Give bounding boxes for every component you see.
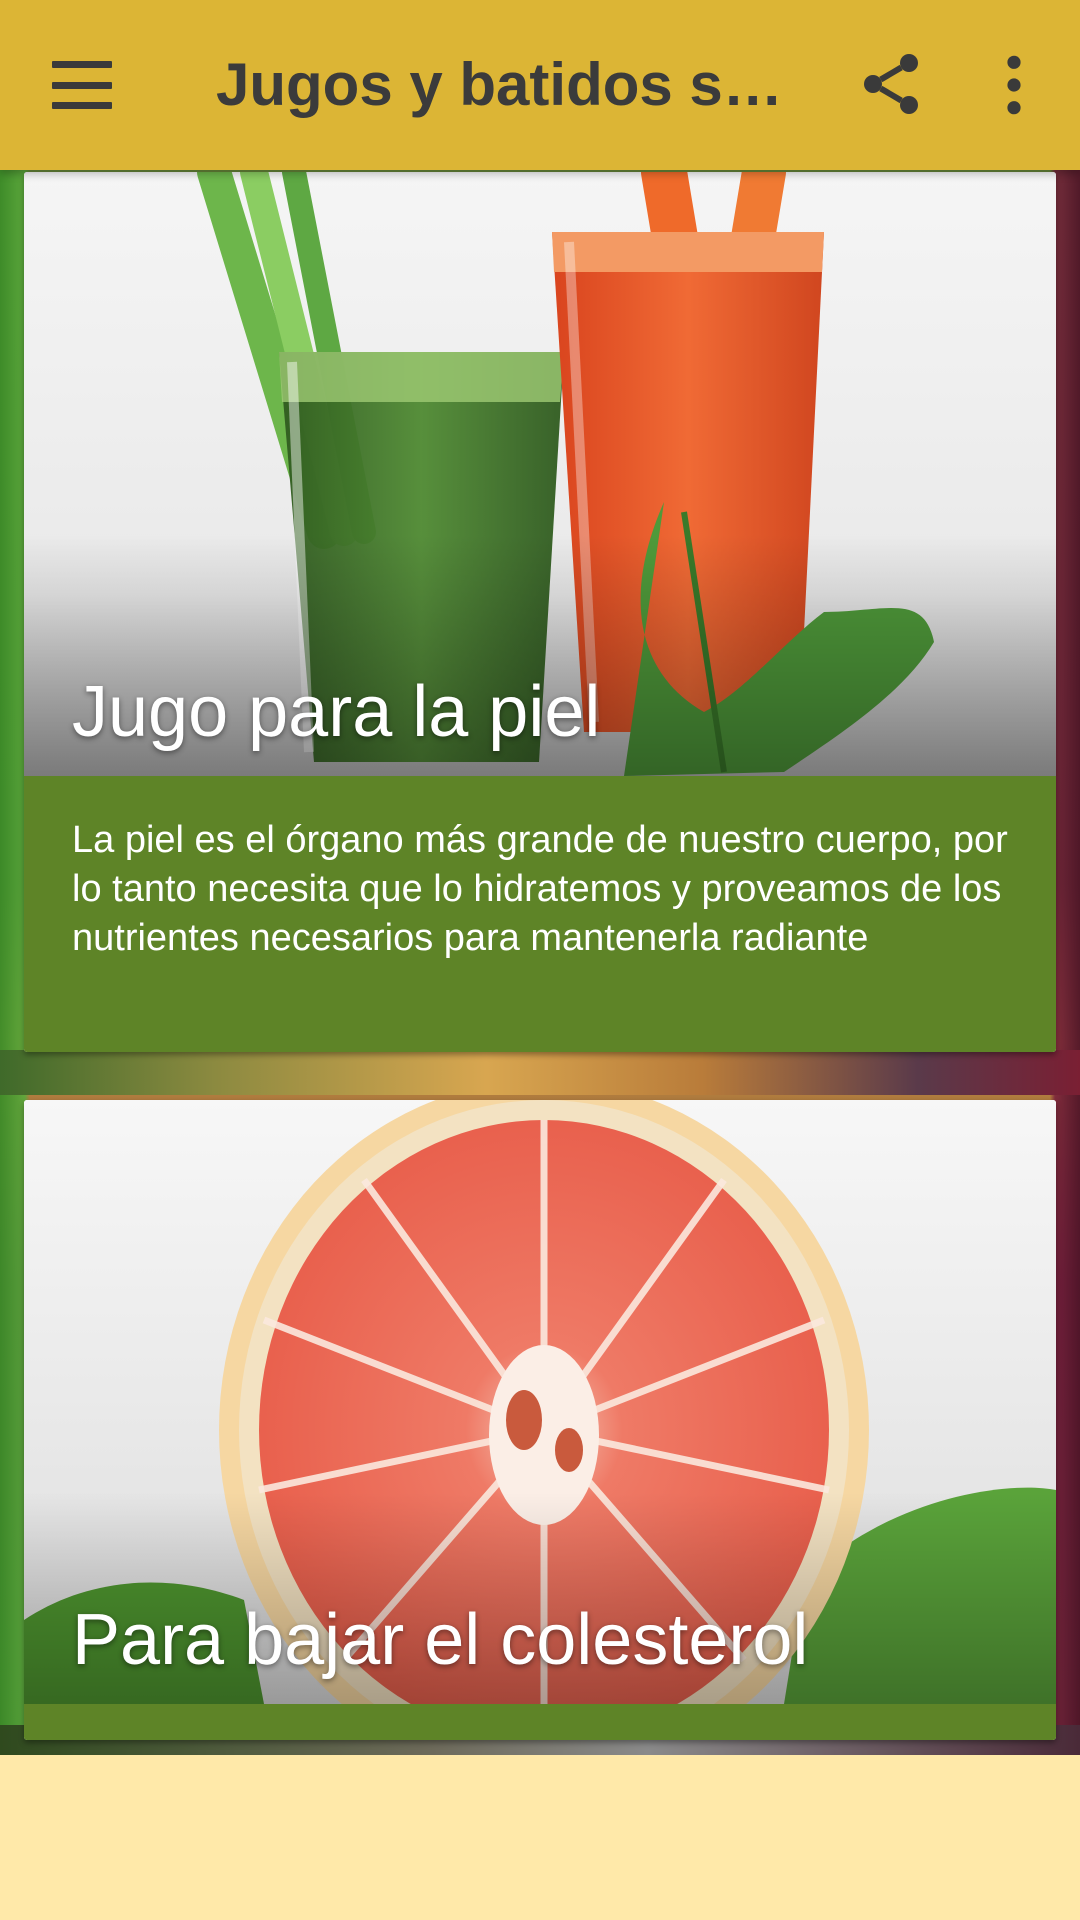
menu-icon[interactable] (50, 55, 114, 115)
app-screen: Jugos y batidos sal… Jugo para la piel L… (0, 0, 1080, 1920)
card-description: La piel es el órgano más grande de nuest… (24, 776, 1056, 1052)
more-vert-icon[interactable] (990, 52, 1038, 118)
card-image: Jugo para la piel (24, 172, 1056, 776)
recipe-card[interactable]: Para bajar el colesterol (24, 1100, 1056, 1740)
app-title: Jugos y batidos sal… (216, 51, 791, 118)
card-title: Jugo para la piel (72, 672, 601, 752)
top-app-bar: Jugos y batidos sal… (0, 0, 1080, 170)
card-description (24, 1704, 1056, 1740)
ad-banner (0, 1755, 1080, 1920)
background-strip (0, 1050, 1080, 1095)
card-image: Para bajar el colesterol (24, 1100, 1056, 1704)
card-title: Para bajar el colesterol (72, 1600, 809, 1680)
recipe-card[interactable]: Jugo para la piel La piel es el órgano m… (24, 172, 1056, 1052)
share-icon[interactable] (855, 48, 927, 120)
